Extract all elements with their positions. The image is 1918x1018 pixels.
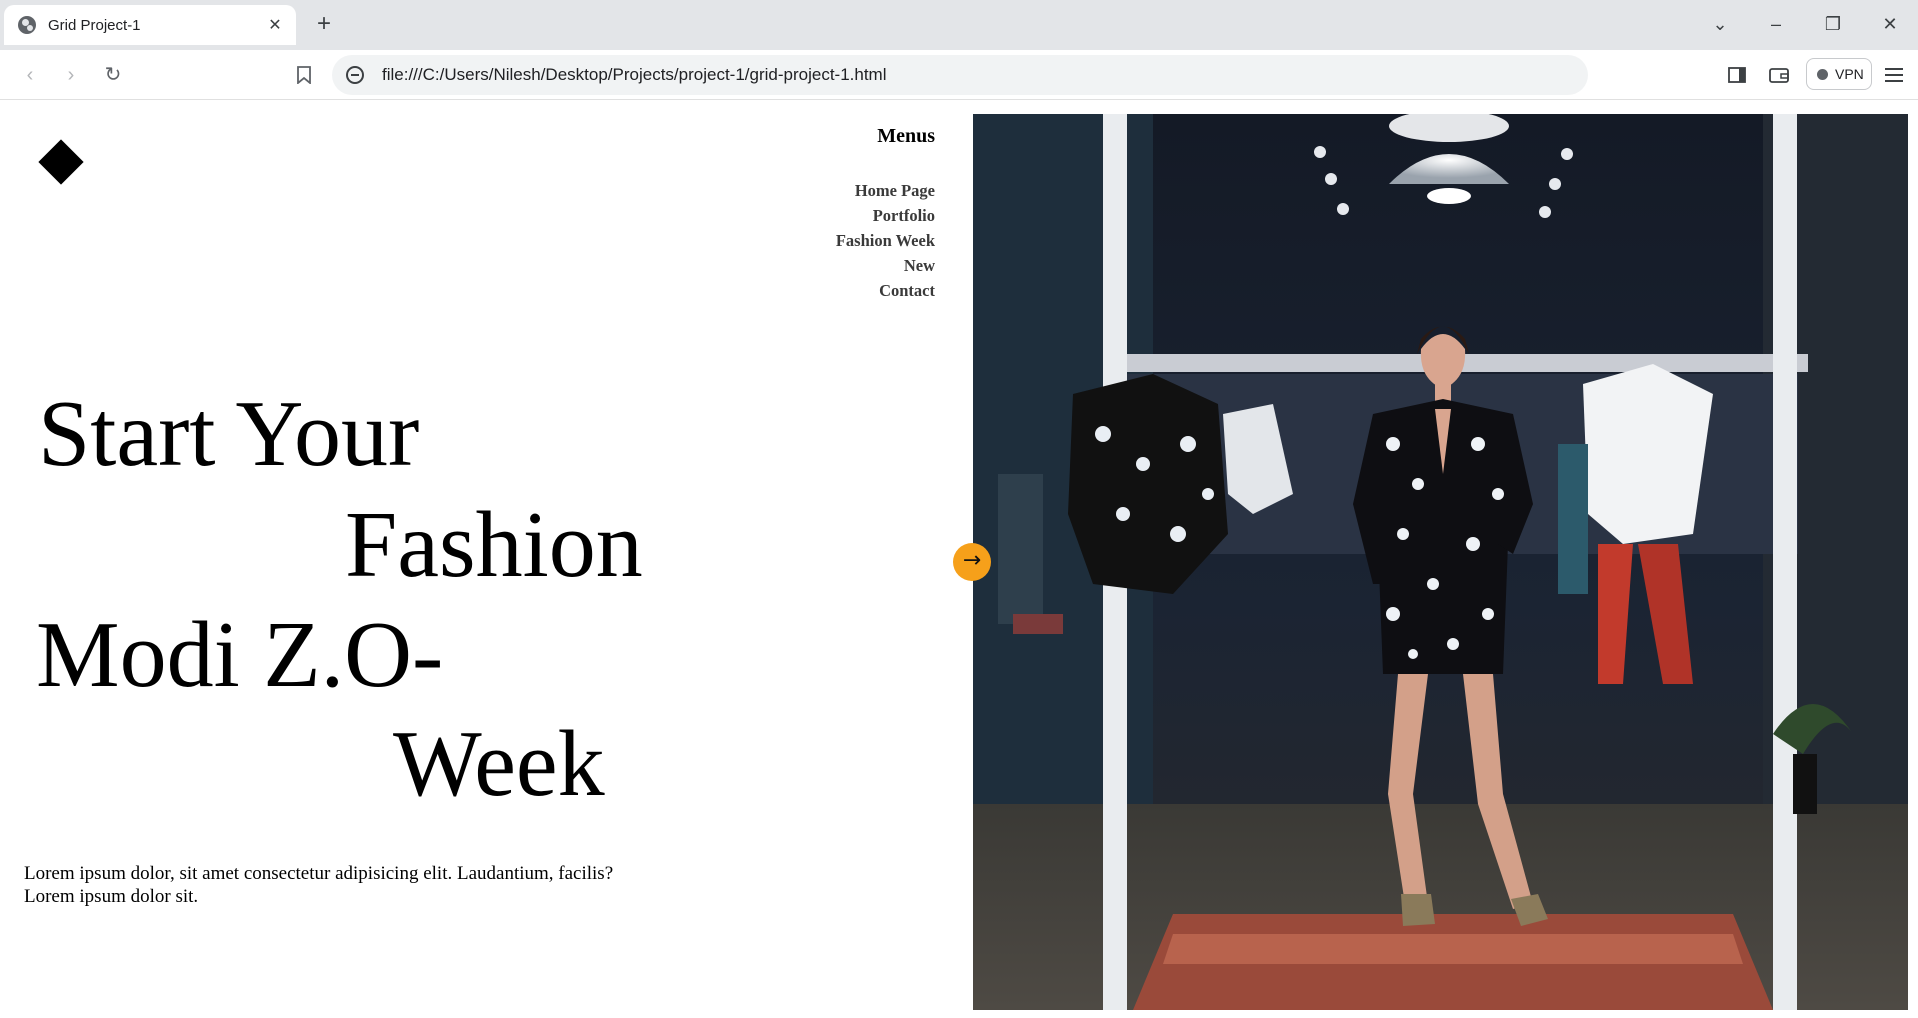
url-text[interactable]: file:///C:/Users/Nilesh/Desktop/Projects… [382, 65, 887, 85]
side-panel-icon[interactable] [1721, 59, 1753, 91]
hero-line-2: Fashion [345, 493, 643, 597]
menu-title: Menus [877, 125, 935, 147]
wallet-icon[interactable] [1763, 59, 1795, 91]
bookmark-icon[interactable] [288, 59, 320, 91]
restore-button[interactable]: ❐ [1813, 8, 1853, 40]
minimize-button[interactable]: – [1756, 8, 1796, 40]
vpn-status-icon [1817, 69, 1828, 80]
menu-link-home[interactable]: Home Page [836, 178, 935, 203]
web-page: Menus Home Page Portfolio Fashion Week N… [0, 101, 1918, 1018]
site-info-icon[interactable] [346, 66, 364, 84]
browser-tab[interactable]: Grid Project-1 ✕ [4, 5, 296, 45]
menu-icon[interactable] [1878, 59, 1910, 91]
reload-button[interactable]: ↻ [97, 59, 129, 91]
vpn-label: VPN [1835, 66, 1864, 82]
intro-paragraph: Lorem ipsum dolor, sit amet consectetur … [24, 863, 614, 907]
tab-title: Grid Project-1 [48, 16, 141, 34]
menu-link-fashion-week[interactable]: Fashion Week [836, 228, 935, 253]
arrow-right-icon: → [962, 548, 982, 573]
next-arrow-button[interactable]: → [953, 543, 991, 581]
back-button[interactable]: ‹ [14, 59, 46, 91]
hero-line-1: Start Your [38, 382, 420, 486]
fashion-model-photo [973, 114, 1908, 1010]
site-menu: Menus Home Page Portfolio Fashion Week N… [836, 125, 935, 303]
tab-search-button[interactable]: ⌄ [1700, 8, 1740, 40]
menu-link-contact[interactable]: Contact [836, 278, 935, 303]
forward-button[interactable]: › [55, 59, 87, 91]
menu-link-new[interactable]: New [836, 253, 935, 278]
hero-line-3: Modi Z.O- [36, 603, 444, 707]
address-bar[interactable]: file:///C:/Users/Nilesh/Desktop/Projects… [332, 55, 1588, 95]
new-tab-button[interactable]: + [310, 10, 338, 38]
menu-link-portfolio[interactable]: Portfolio [836, 203, 935, 228]
vpn-button[interactable]: VPN [1806, 58, 1872, 90]
diamond-logo-icon [38, 139, 84, 185]
close-tab-icon[interactable]: ✕ [264, 15, 286, 35]
hero-line-4: Week [393, 712, 605, 816]
tab-strip: Grid Project-1 ✕ + ⌄ – ❐ ✕ [0, 0, 1918, 50]
globe-icon [18, 16, 36, 34]
close-window-button[interactable]: ✕ [1870, 8, 1910, 40]
